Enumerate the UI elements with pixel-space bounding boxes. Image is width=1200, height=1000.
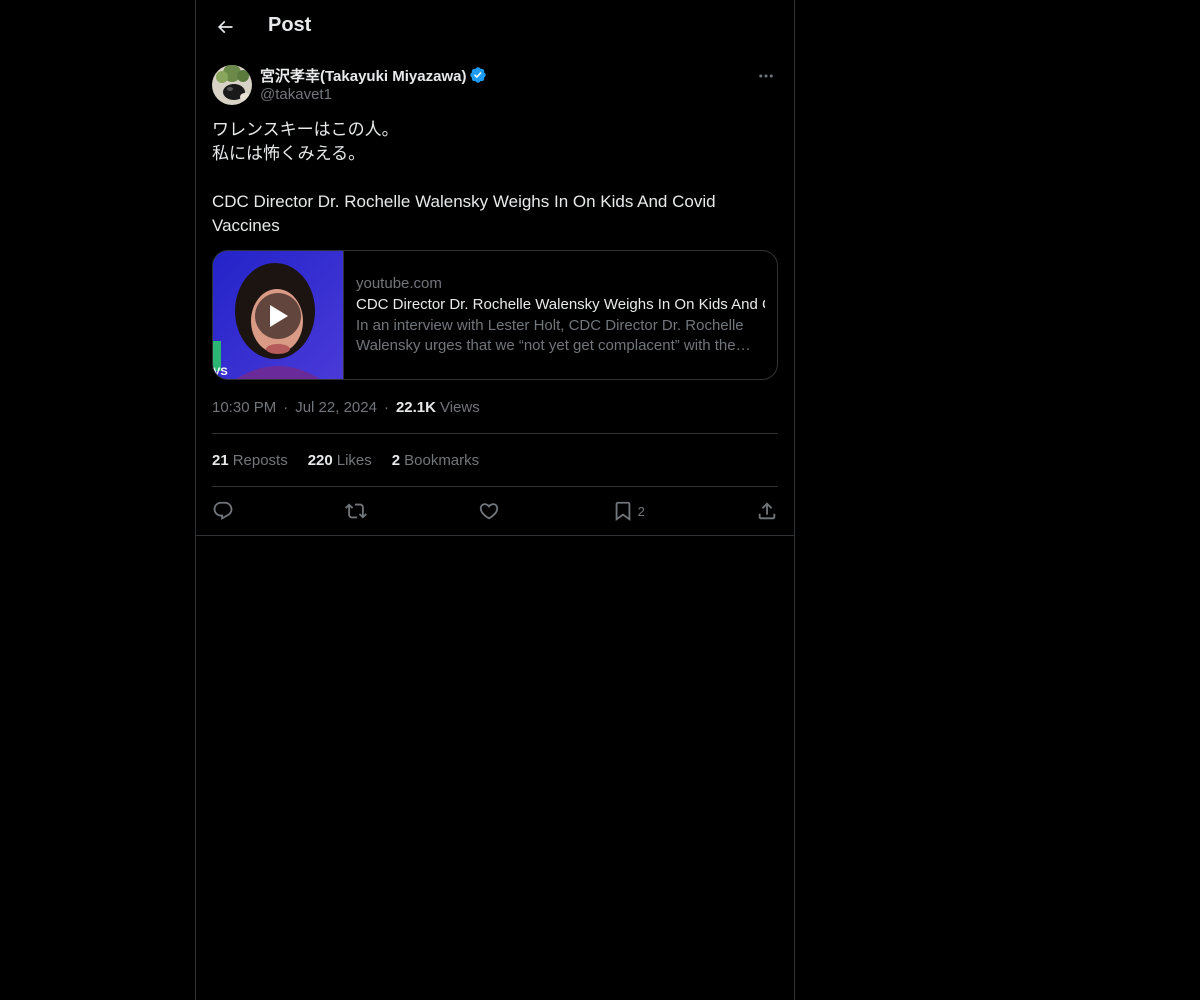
svg-text:VS: VS <box>213 366 228 378</box>
bookmark-button[interactable]: 2 <box>612 500 645 522</box>
page-title: Post <box>268 14 312 36</box>
repost-icon <box>345 503 368 519</box>
author-row: 宮沢孝幸(Takayuki Miyazawa) @takavet1 <box>212 64 778 116</box>
reply-icon <box>213 501 233 520</box>
likes-label: Likes <box>336 451 372 469</box>
play-button[interactable] <box>255 293 301 339</box>
link-preview-card[interactable]: VS youtube.com CDC Director Dr. Rochelle… <box>212 250 778 380</box>
timestamp-row: 10:30 PM · Jul 22, 2024 · 22.1K Views <box>212 396 778 434</box>
reposts-stat[interactable]: 21 Reposts <box>212 452 288 469</box>
post-column: Post 宮沢孝幸(Takayuki Miyazawa) @takavet1 ワ… <box>195 0 795 1000</box>
share-icon <box>758 502 776 520</box>
share-button[interactable] <box>756 500 778 522</box>
video-thumbnail[interactable]: VS <box>213 251 344 379</box>
repost-button[interactable] <box>345 500 368 522</box>
card-domain: youtube.com <box>356 275 442 292</box>
likes-count: 220 <box>307 451 333 469</box>
arrow-left-icon <box>217 20 233 34</box>
back-button[interactable] <box>208 10 242 44</box>
like-button[interactable] <box>478 500 500 522</box>
verified-badge-icon <box>470 67 487 83</box>
top-bar: Post <box>196 0 794 54</box>
author-meta: 宮沢孝幸(Takayuki Miyazawa) @takavet1 <box>260 65 487 105</box>
post: 宮沢孝幸(Takayuki Miyazawa) @takavet1 ワレンスキー… <box>196 64 794 536</box>
author-display-name[interactable]: 宮沢孝幸(Takayuki Miyazawa) <box>260 65 466 86</box>
more-options-button[interactable] <box>754 64 778 88</box>
bookmark-action-count: 2 <box>637 503 645 519</box>
more-dots-icon <box>759 74 773 78</box>
card-title: CDC Director Dr. Rochelle Walensky Weigh… <box>356 296 765 313</box>
avatar[interactable] <box>212 65 252 105</box>
views-label: Views <box>439 399 480 416</box>
heart-icon <box>480 503 499 520</box>
likes-stat[interactable]: 220 Likes <box>308 452 372 469</box>
bookmarks-stat[interactable]: 2 Bookmarks <box>392 452 479 469</box>
post-text: ワレンスキーはこの人。 私には怖くみえる。 CDC Director Dr. R… <box>212 120 716 235</box>
reply-button[interactable] <box>212 500 234 522</box>
bookmarks-label: Bookmarks <box>404 451 480 469</box>
separator-dot: · <box>383 399 389 416</box>
card-text: youtube.com CDC Director Dr. Rochelle Wa… <box>344 251 777 379</box>
play-icon <box>270 305 288 327</box>
reposts-count: 21 <box>212 451 229 469</box>
card-description: In an interview with Lester Holt, CDC Di… <box>356 317 744 354</box>
post-time[interactable]: 10:30 PM <box>212 399 276 416</box>
separator-dot: · <box>283 399 289 416</box>
actions-row: 2 <box>196 487 794 536</box>
reposts-label: Reposts <box>232 451 288 469</box>
bookmark-icon <box>615 501 630 522</box>
author-handle[interactable]: @takavet1 <box>260 85 487 105</box>
views-count: 22.1K <box>395 399 436 416</box>
post-date[interactable]: Jul 22, 2024 <box>295 399 377 416</box>
avatar-image <box>212 65 252 105</box>
author-name-line: 宮沢孝幸(Takayuki Miyazawa) <box>260 65 487 85</box>
bookmarks-count: 2 <box>391 451 401 469</box>
stats-row: 21 Reposts 220 Likes 2 Bookmarks <box>212 434 778 487</box>
